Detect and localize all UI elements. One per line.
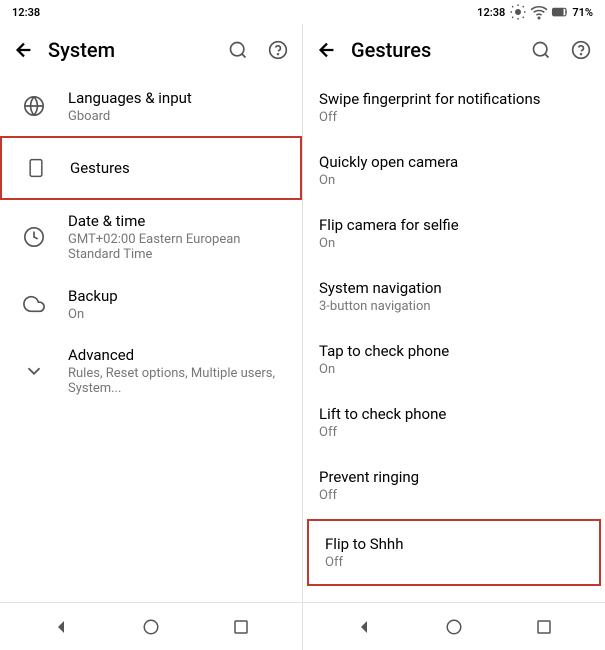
- gestures-search-button[interactable]: [525, 34, 557, 66]
- gestures-text: Gestures: [70, 159, 284, 177]
- left-nav-panel: [0, 603, 302, 650]
- chevron-down-icon: [16, 353, 52, 389]
- gestures-title: Gestures: [70, 159, 284, 177]
- power-menu-item[interactable]: Power menu Show device controls: [303, 588, 605, 602]
- right-home-button[interactable]: [436, 609, 472, 645]
- left-home-button[interactable]: [133, 609, 169, 645]
- advanced-subtitle: Rules, Reset options, Multiple users, Sy…: [68, 366, 286, 396]
- flip-camera-title: Flip camera for selfie: [319, 216, 589, 234]
- gestures-help-button[interactable]: [565, 34, 597, 66]
- globe-icon: [16, 88, 52, 124]
- datetime-text: Date & time GMT+02:00 Eastern European S…: [68, 212, 286, 262]
- advanced-title: Advanced: [68, 346, 286, 364]
- gestures-top-icons: [525, 34, 597, 66]
- tap-check-title: Tap to check phone: [319, 342, 589, 360]
- flip-camera-subtitle: On: [319, 236, 589, 251]
- screens: System Languages & input Gboard: [0, 24, 605, 602]
- prevent-ringing-item[interactable]: Prevent ringing Off: [303, 454, 605, 517]
- languages-item[interactable]: Languages & input Gboard: [0, 76, 302, 136]
- battery-pct: 71%: [572, 6, 593, 19]
- system-nav-subtitle: 3-button navigation: [319, 299, 589, 314]
- system-back-button[interactable]: [8, 34, 40, 66]
- phone-icon: [18, 150, 54, 186]
- status-bar-right: 12:38 71%: [303, 0, 605, 24]
- left-back-button[interactable]: [43, 609, 79, 645]
- lift-check-subtitle: Off: [319, 425, 589, 440]
- flip-shhh-item[interactable]: Flip to Shhh Off: [307, 519, 601, 586]
- cloud-icon: [16, 286, 52, 322]
- lift-check-title: Lift to check phone: [319, 405, 589, 423]
- gestures-list: Swipe fingerprint for notifications Off …: [303, 76, 605, 602]
- datetime-title: Date & time: [68, 212, 286, 230]
- nav-bar: [0, 602, 605, 650]
- backup-title: Backup: [68, 287, 286, 305]
- system-nav-title: System navigation: [319, 279, 589, 297]
- prevent-ringing-subtitle: Off: [319, 488, 589, 503]
- advanced-item[interactable]: Advanced Rules, Reset options, Multiple …: [0, 334, 302, 408]
- status-bar: 12:38 12:38 71%: [0, 0, 605, 24]
- tap-check-item[interactable]: Tap to check phone On: [303, 328, 605, 391]
- gestures-top-bar: Gestures: [303, 24, 605, 76]
- system-nav-item[interactable]: System navigation 3-button navigation: [303, 265, 605, 328]
- swipe-fingerprint-subtitle: Off: [319, 110, 589, 125]
- languages-title: Languages & input: [68, 89, 286, 107]
- status-icons: 71%: [509, 3, 593, 21]
- advanced-text: Advanced Rules, Reset options, Multiple …: [68, 346, 286, 396]
- system-search-button[interactable]: [222, 34, 254, 66]
- open-camera-item[interactable]: Quickly open camera On: [303, 139, 605, 202]
- languages-subtitle: Gboard: [68, 109, 286, 124]
- prevent-ringing-title: Prevent ringing: [319, 468, 589, 486]
- time-right: 12:38: [477, 6, 505, 19]
- swipe-fingerprint-title: Swipe fingerprint for notifications: [319, 90, 589, 108]
- flip-shhh-title: Flip to Shhh: [325, 535, 583, 553]
- open-camera-subtitle: On: [319, 173, 589, 188]
- gestures-item[interactable]: Gestures: [0, 136, 302, 200]
- flip-camera-item[interactable]: Flip camera for selfie On: [303, 202, 605, 265]
- languages-text: Languages & input Gboard: [68, 89, 286, 124]
- system-top-icons: [222, 34, 294, 66]
- datetime-item[interactable]: Date & time GMT+02:00 Eastern European S…: [0, 200, 302, 274]
- system-title: System: [48, 38, 222, 62]
- backup-item[interactable]: Backup On: [0, 274, 302, 334]
- time-left: 12:38: [12, 6, 40, 19]
- backup-subtitle: On: [68, 307, 286, 322]
- right-back-button[interactable]: [346, 609, 382, 645]
- gestures-back-button[interactable]: [311, 34, 343, 66]
- right-recents-button[interactable]: [526, 609, 562, 645]
- status-bar-left: 12:38: [0, 0, 303, 24]
- swipe-fingerprint-item[interactable]: Swipe fingerprint for notifications Off: [303, 76, 605, 139]
- datetime-subtitle: GMT+02:00 Eastern European Standard Time: [68, 232, 286, 262]
- left-recents-button[interactable]: [223, 609, 259, 645]
- tap-check-subtitle: On: [319, 362, 589, 377]
- system-top-bar: System: [0, 24, 302, 76]
- gestures-screen: Gestures Swipe fingerprint for notificat…: [302, 24, 605, 602]
- backup-text: Backup On: [68, 287, 286, 322]
- system-help-button[interactable]: [262, 34, 294, 66]
- lift-check-item[interactable]: Lift to check phone Off: [303, 391, 605, 454]
- right-nav-panel: [302, 603, 605, 650]
- system-settings-list: Languages & input Gboard Gestures: [0, 76, 302, 602]
- flip-shhh-subtitle: Off: [325, 555, 583, 570]
- system-screen: System Languages & input Gboard: [0, 24, 302, 602]
- gestures-screen-title: Gestures: [351, 38, 525, 62]
- open-camera-title: Quickly open camera: [319, 153, 589, 171]
- clock-icon: [16, 219, 52, 255]
